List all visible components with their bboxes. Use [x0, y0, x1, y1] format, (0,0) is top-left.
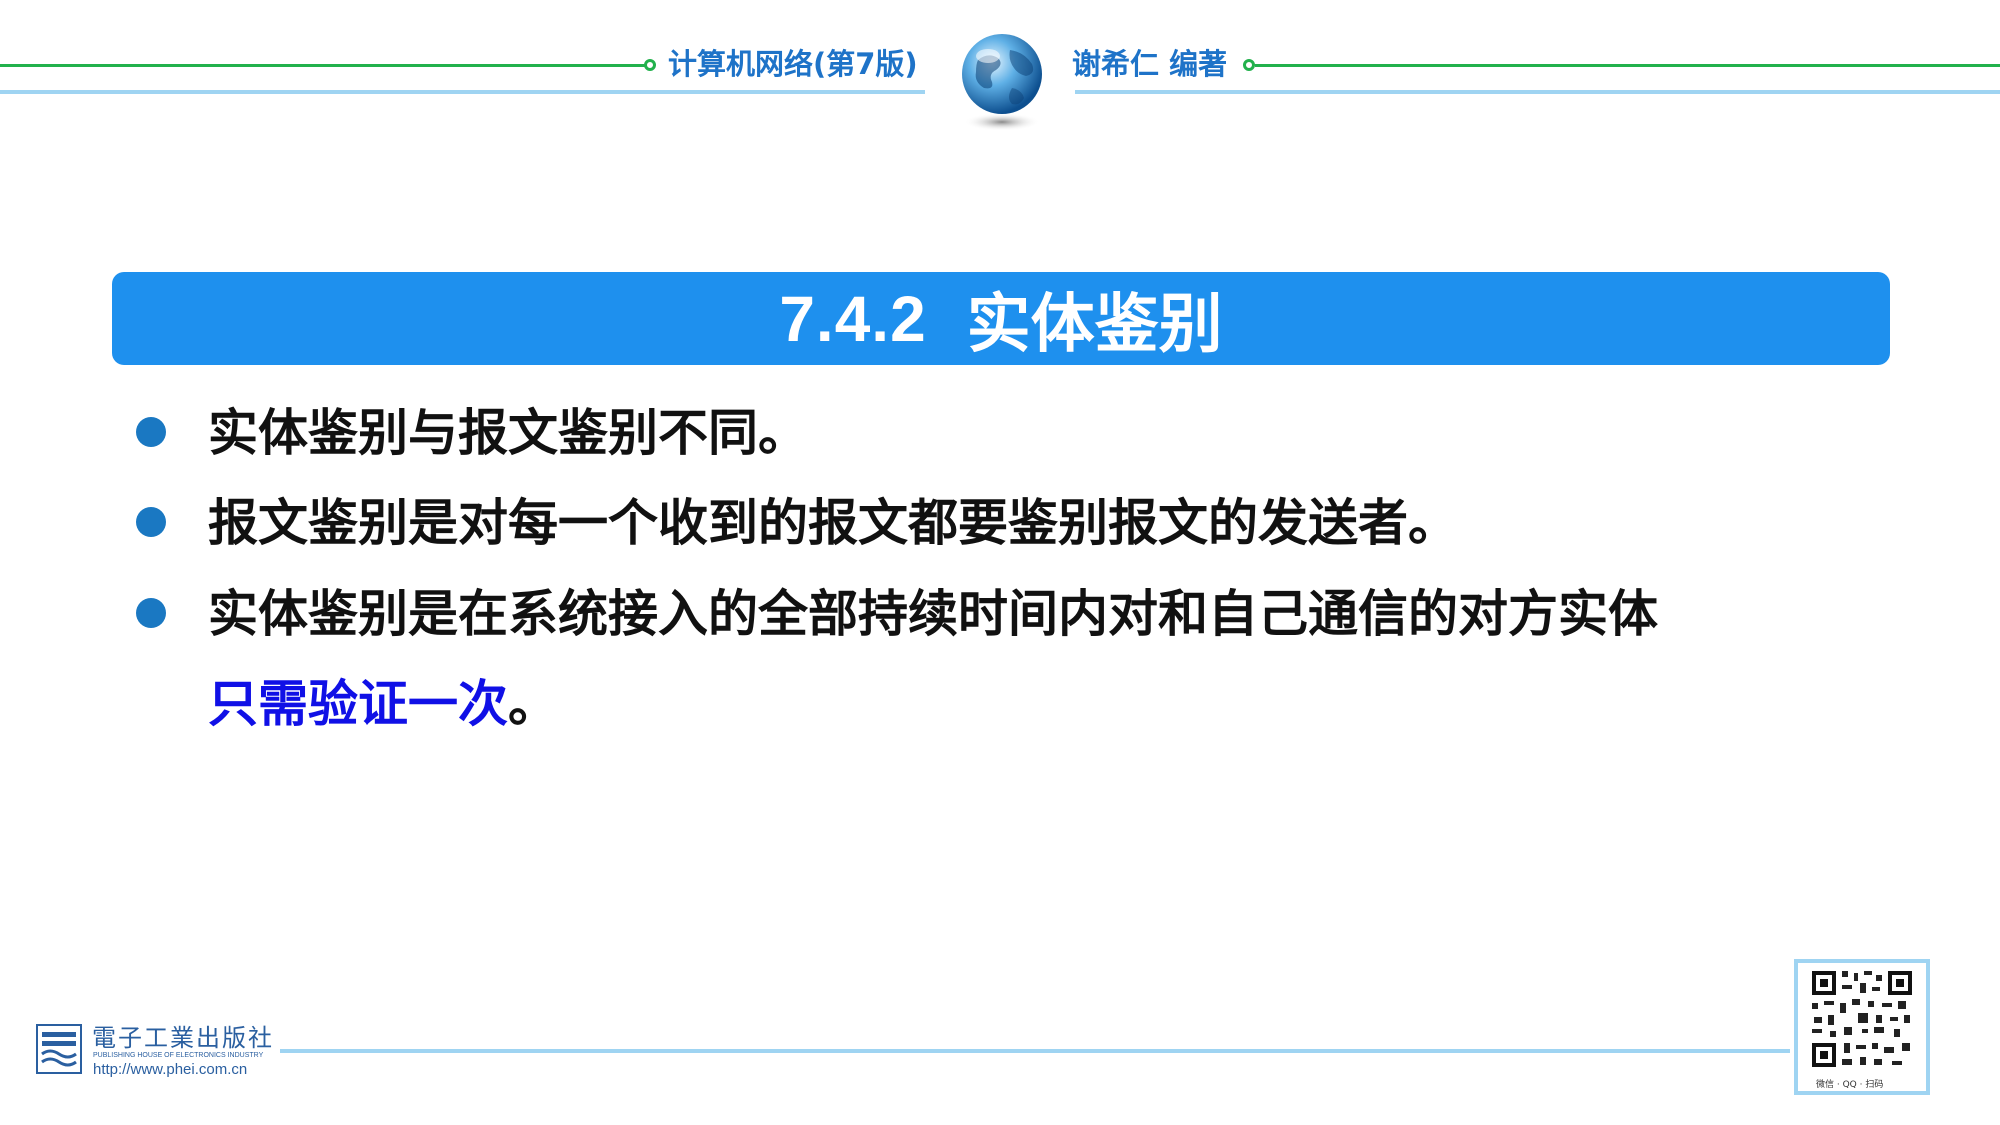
- bullet-item: 实体鉴别与报文鉴别不同。: [136, 403, 1936, 473]
- bullet-text: 报文鉴别是对每一个收到的报文都要鉴别报文的发送者。: [208, 494, 1458, 552]
- header-green-line-left: [0, 64, 648, 67]
- bullet-dot: [136, 417, 166, 447]
- author: 谢希仁 编著: [1072, 47, 1228, 81]
- highlight-text: 只需验证一次: [208, 675, 508, 733]
- qr-caption: 微信 · QQ · 扫码: [1816, 1080, 1884, 1090]
- footer-line: [280, 1049, 1790, 1053]
- bullet-text: 实体鉴别与报文鉴别不同。: [208, 404, 808, 462]
- publisher-name-en: PUBLISHING HOUSE OF ELECTRONICS INDUSTRY: [93, 1052, 264, 1059]
- bullet-text-tail: 。: [508, 675, 558, 733]
- header-dot-right: [1243, 59, 1255, 71]
- publisher-logo-icon: [36, 1024, 82, 1074]
- header-blue-line-left: [0, 90, 925, 94]
- qr-code-icon[interactable]: 微信 · QQ · 扫码: [1794, 959, 1930, 1095]
- book-title: 计算机网络(第7版): [668, 47, 918, 81]
- header-green-line-right: [1255, 64, 2000, 67]
- section-title-banner: 7.4.2 实体鉴别: [112, 272, 1890, 365]
- section-number: 7.4.2: [779, 282, 927, 355]
- bullet-text: 实体鉴别是在系统接入的全部持续时间内对和自己通信的对方实体: [208, 585, 1658, 643]
- header-dot-left: [644, 59, 656, 71]
- globe-icon: [958, 30, 1046, 134]
- header-blue-line-right: [1075, 90, 2000, 94]
- publisher-name-cn: 電子工業出版社: [92, 1024, 274, 1052]
- bullet-item: 实体鉴别是在系统接入的全部持续时间内对和自己通信的对方实体 只需验证一次。: [136, 584, 1936, 744]
- bullet-dot: [136, 598, 166, 628]
- section-title: 实体鉴别: [966, 287, 1223, 362]
- publisher-url[interactable]: http://www.phei.com.cn: [93, 1061, 247, 1078]
- bullet-text-line2: 只需验证一次。: [208, 674, 558, 734]
- bullet-dot: [136, 507, 166, 537]
- bullet-item: 报文鉴别是对每一个收到的报文都要鉴别报文的发送者。: [136, 493, 1936, 563]
